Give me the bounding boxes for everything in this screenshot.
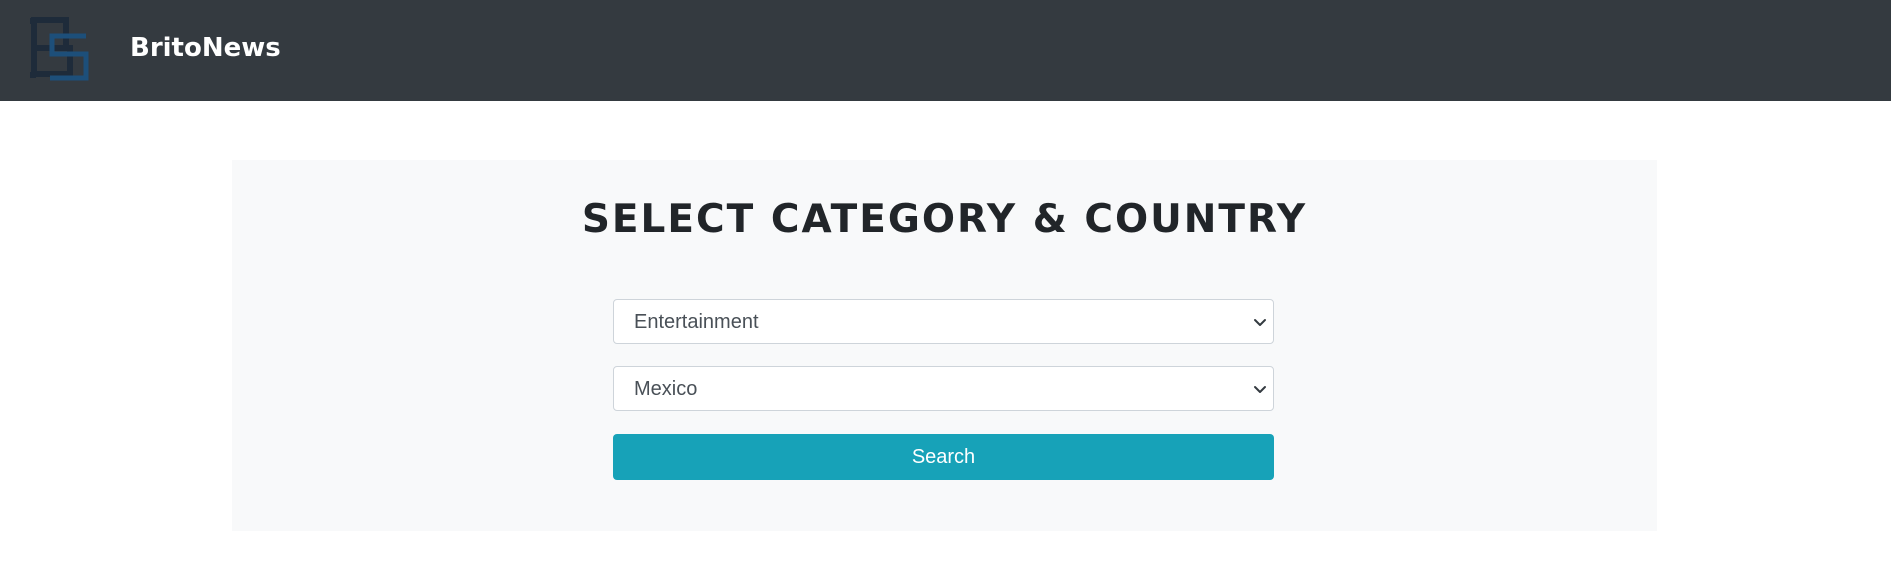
brand-name[interactable]: BritoNews: [130, 27, 281, 69]
search-panel: SELECT CATEGORY & COUNTRY Entertainment …: [232, 160, 1657, 531]
country-select[interactable]: Mexico: [613, 366, 1274, 411]
country-select-value: Mexico: [634, 378, 698, 400]
chevron-down-icon: [1254, 386, 1266, 393]
navbar: BritoNews: [0, 0, 1891, 101]
page-title: SELECT CATEGORY & COUNTRY: [581, 197, 1308, 242]
brand-logo-icon[interactable]: [30, 16, 94, 82]
chevron-down-icon: [1254, 319, 1266, 326]
category-select-value: Entertainment: [634, 311, 759, 333]
search-button[interactable]: Search: [613, 434, 1274, 480]
category-select[interactable]: Entertainment: [613, 299, 1274, 344]
